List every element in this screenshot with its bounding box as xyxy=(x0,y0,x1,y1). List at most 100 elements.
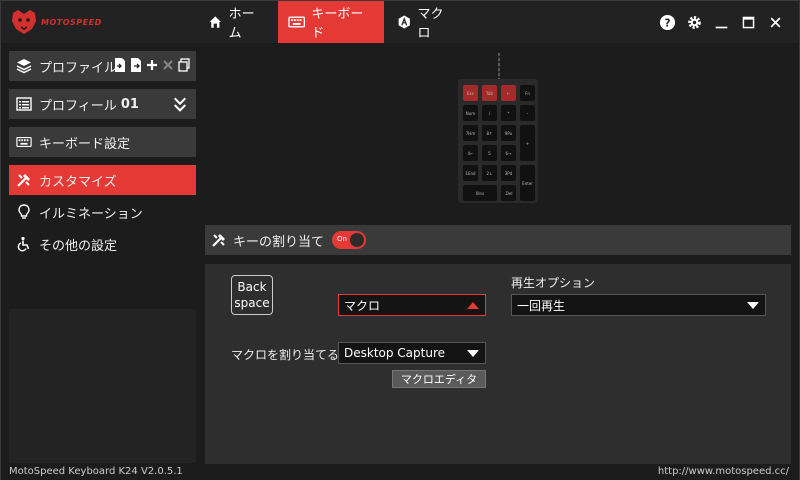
layers-icon xyxy=(15,57,33,75)
maximize-button[interactable] xyxy=(737,11,759,33)
list-icon xyxy=(15,95,33,113)
keyboard-settings-label: キーボード設定 xyxy=(39,136,131,152)
customize-icon xyxy=(15,171,33,189)
tab-home[interactable]: ホーム xyxy=(198,1,270,43)
keyboard-icon xyxy=(288,16,306,28)
macro-assign-label: マクロを割り当てる xyxy=(231,348,340,362)
numpad-key[interactable]: Num xyxy=(463,105,478,121)
numpad-key[interactable]: 8↑ xyxy=(482,125,497,141)
numpad-key[interactable]: 0Ins xyxy=(463,185,497,201)
profile-header-label: プロファイル xyxy=(39,60,118,76)
panther-logo-icon xyxy=(12,10,36,34)
playback-select[interactable]: 一回再生 xyxy=(511,294,766,316)
selected-key-label: Back space xyxy=(231,275,273,315)
profile-tools xyxy=(114,57,190,73)
selected-key-line2: space xyxy=(234,296,270,310)
sidebar-item-illumination[interactable]: イルミネーション xyxy=(9,197,196,227)
playback-select-value: 一回再生 xyxy=(517,298,566,313)
chevron-down-icon xyxy=(747,302,759,309)
customize-icon xyxy=(212,234,225,247)
tab-keyboard-label: キーボード xyxy=(311,7,364,41)
numpad-key[interactable]: Fn xyxy=(520,85,535,101)
numpad-key[interactable]: / xyxy=(482,105,497,121)
numpad-key[interactable]: 5 xyxy=(482,145,497,161)
numpad-key[interactable]: + xyxy=(520,125,535,161)
caret-up-icon xyxy=(467,302,479,309)
home-icon xyxy=(209,16,221,28)
tab-home-label: ホーム xyxy=(228,7,255,41)
key-assignment-toggle[interactable]: On xyxy=(332,231,367,249)
profile-name-prefix: プロフィール xyxy=(39,98,121,114)
numpad-key[interactable]: 2↓ xyxy=(482,165,497,181)
numpad-key[interactable]: 3Pd xyxy=(501,165,516,181)
numpad-key[interactable]: ← xyxy=(501,85,516,101)
keyboard-cable xyxy=(498,53,500,79)
copy-profile-icon[interactable] xyxy=(178,57,190,73)
sidebar: プロファイル プロフィール 01 キーボード設定 カスタマイズ イルミネーション… xyxy=(9,51,196,463)
keyboard-settings-header[interactable]: キーボード設定 xyxy=(9,127,196,157)
tab-macro[interactable]: マクロ xyxy=(387,1,459,43)
settings-button[interactable] xyxy=(683,11,705,33)
profile-selector[interactable]: プロフィール 01 xyxy=(9,89,196,119)
top-bar: MOTOSPEED ホーム キーボード マクロ ? xyxy=(1,1,799,43)
numpad-key[interactable]: Enter xyxy=(520,165,535,201)
numpad-key[interactable]: 7Hm xyxy=(463,125,478,141)
delete-profile-icon[interactable] xyxy=(162,57,174,73)
keyboard-icon xyxy=(15,133,33,151)
numpad-keyboard-image: Esc Tab ← Fn Num / * - 7Hm 8↑ 9Pu +4← 5 6→ 1End 2↓ 3Pd En… xyxy=(458,79,538,203)
playback-options-label: 再生オプション xyxy=(511,276,596,290)
sidebar-item-customize[interactable]: カスタマイズ xyxy=(9,165,196,195)
macro-select-value: Desktop Capture xyxy=(344,346,446,360)
function-select[interactable]: マクロ xyxy=(338,294,486,316)
help-icon: ? xyxy=(659,14,675,30)
export-profile-icon[interactable] xyxy=(130,57,142,73)
numpad-key[interactable]: - xyxy=(520,105,535,121)
gear-icon xyxy=(687,15,701,29)
sidebar-item-customize-label: カスタマイズ xyxy=(39,174,117,190)
help-button[interactable]: ? xyxy=(656,11,678,33)
sidebar-empty-area xyxy=(9,309,196,463)
website-link[interactable]: http://www.motospeed.cc/ xyxy=(658,466,789,477)
import-profile-icon[interactable] xyxy=(114,57,126,73)
numpad-key[interactable]: Tab xyxy=(482,85,497,101)
numpad-key[interactable]: .Del xyxy=(501,185,516,201)
numpad-key[interactable]: 6→ xyxy=(501,145,516,161)
svg-text:?: ? xyxy=(664,17,670,29)
profile-number: 01 xyxy=(120,96,139,112)
logo: MOTOSPEED xyxy=(9,5,109,39)
key-assignment-panel: Back space マクロ 再生オプション 一回再生 マクロを割り当てる De… xyxy=(205,264,791,464)
key-assignment-title: キーの割り当て xyxy=(233,234,325,250)
macro-icon xyxy=(398,15,410,29)
logo-text: MOTOSPEED xyxy=(41,17,102,27)
tab-macro-label: マクロ xyxy=(417,7,444,41)
app-window: MOTOSPEED ホーム キーボード マクロ ? プロファイル プロフィール … xyxy=(0,0,800,480)
selected-key-line1: Back xyxy=(237,280,267,294)
numpad-key[interactable]: Esc xyxy=(463,85,478,101)
toggle-knob xyxy=(350,233,365,247)
sidebar-item-illumination-label: イルミネーション xyxy=(39,206,143,222)
numpad-key[interactable]: 1End xyxy=(463,165,478,181)
version-text: MotoSpeed Keyboard K24 V2.0.5.1 xyxy=(9,466,183,477)
status-bar: MotoSpeed Keyboard K24 V2.0.5.1 http://w… xyxy=(1,464,799,480)
maximize-icon xyxy=(742,16,754,28)
tab-keyboard[interactable]: キーボード xyxy=(278,1,384,43)
minimize-icon xyxy=(715,26,727,28)
numpad-key[interactable]: 9Pu xyxy=(501,125,516,141)
sidebar-item-other-settings-label: その他の設定 xyxy=(39,238,118,254)
double-chevron-down-icon xyxy=(172,97,188,117)
macro-select[interactable]: Desktop Capture xyxy=(338,342,486,364)
chevron-down-icon xyxy=(467,350,479,357)
toggle-on-label: On xyxy=(337,235,347,243)
key-assignment-bar: キーの割り当て On xyxy=(205,225,791,255)
macro-editor-button[interactable]: マクロエディタ xyxy=(392,370,486,388)
profile-header: プロファイル xyxy=(9,51,196,81)
accessibility-icon xyxy=(15,235,33,253)
numpad-key[interactable]: * xyxy=(501,105,516,121)
function-select-value: マクロ xyxy=(344,298,381,313)
minimize-button[interactable] xyxy=(710,11,732,33)
lightbulb-icon xyxy=(15,203,33,221)
add-profile-icon[interactable] xyxy=(146,57,158,73)
sidebar-item-other-settings[interactable]: その他の設定 xyxy=(9,229,196,259)
numpad-key[interactable]: 4← xyxy=(463,145,478,161)
close-button[interactable] xyxy=(764,11,786,33)
